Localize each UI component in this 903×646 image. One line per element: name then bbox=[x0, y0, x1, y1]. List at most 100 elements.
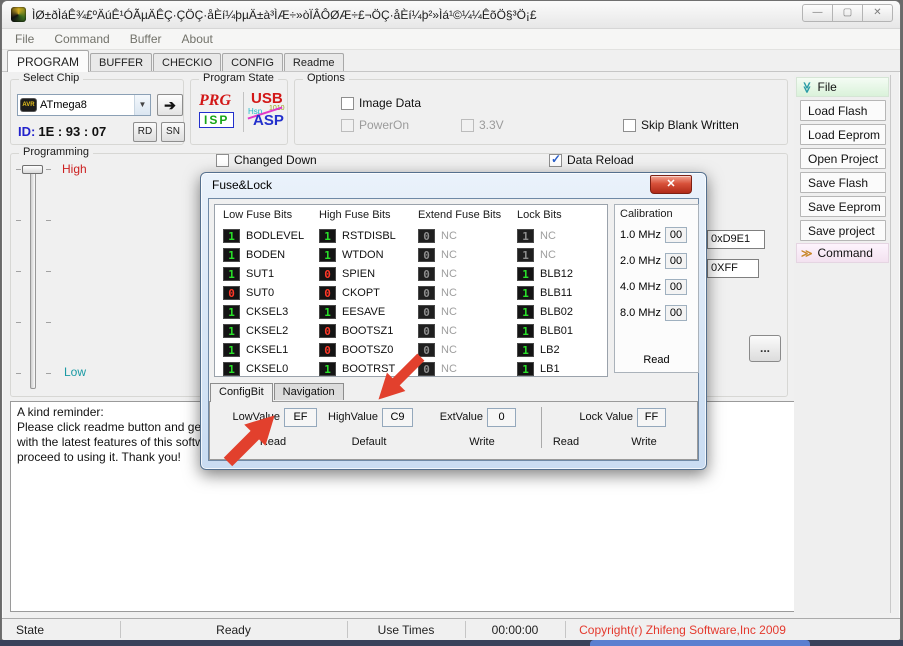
skip-blank-checkbox[interactable] bbox=[623, 119, 636, 132]
calibration-value-field[interactable]: 00 bbox=[665, 253, 687, 269]
main-tab[interactable]: BUFFER bbox=[90, 53, 152, 71]
changed-down-checkbox[interactable] bbox=[216, 154, 229, 167]
progress-slider-handle[interactable] bbox=[22, 165, 43, 174]
dialog-close-button[interactable]: ✕ bbox=[650, 175, 692, 194]
lock-bit-row[interactable]: 1 BLB11 bbox=[517, 283, 605, 302]
data-reload-label[interactable]: Data Reload bbox=[567, 153, 634, 167]
bit-led-icon[interactable]: 1 bbox=[223, 248, 240, 262]
skip-blank-label[interactable]: Skip Blank Written bbox=[641, 118, 739, 132]
extvalue-field[interactable]: 0 bbox=[487, 408, 516, 427]
fuse-bit-row[interactable]: 0 NC bbox=[418, 359, 517, 378]
changed-down-label[interactable]: Changed Down bbox=[234, 153, 317, 167]
poweron-checkbox[interactable] bbox=[341, 119, 354, 132]
open-project-button[interactable]: Open Project bbox=[800, 148, 886, 169]
bit-led-icon[interactable]: 0 bbox=[418, 343, 435, 357]
main-tab[interactable]: CHECKIO bbox=[153, 53, 221, 71]
bit-led-icon[interactable]: 1 bbox=[319, 248, 336, 262]
bit-led-icon[interactable]: 1 bbox=[517, 286, 534, 300]
fuse-bit-row[interactable]: 1 RSTDISBL bbox=[319, 226, 418, 245]
fuse-bit-row[interactable]: 0 CKOPT bbox=[319, 283, 418, 302]
load-eeprom-button[interactable]: Load Eeprom bbox=[800, 124, 886, 145]
fuse-write-button[interactable]: Write bbox=[458, 436, 506, 448]
fuse-bit-row[interactable]: 0 NC bbox=[418, 321, 517, 340]
close-button[interactable]: ✕ bbox=[862, 4, 893, 22]
bit-led-icon[interactable]: 1 bbox=[319, 362, 336, 376]
fuse-bit-row[interactable]: 0 NC bbox=[418, 226, 517, 245]
bit-led-icon[interactable]: 0 bbox=[418, 248, 435, 262]
fuse-bit-row[interactable]: 0 NC bbox=[418, 245, 517, 264]
main-tab[interactable]: CONFIG bbox=[222, 53, 283, 71]
dialog-tab[interactable]: ConfigBit bbox=[210, 383, 273, 402]
main-tab[interactable]: PROGRAM bbox=[7, 50, 89, 72]
menu-item[interactable]: File bbox=[15, 32, 34, 46]
bit-led-icon[interactable]: 1 bbox=[517, 343, 534, 357]
apply-chip-button[interactable]: ➔ bbox=[157, 94, 183, 116]
bit-led-icon[interactable]: 1 bbox=[517, 362, 534, 376]
lock-bit-row[interactable]: 1 LB1 bbox=[517, 359, 605, 378]
fuse-bit-row[interactable]: 0 NC bbox=[418, 264, 517, 283]
fuse-bit-row[interactable]: 1 BODLEVEL bbox=[223, 226, 319, 245]
lockvalue-field[interactable]: FF bbox=[637, 408, 666, 427]
fuse-bit-row[interactable]: 1 CKSEL1 bbox=[223, 340, 319, 359]
fuse-bit-row[interactable]: 1 CKSEL3 bbox=[223, 302, 319, 321]
main-tab[interactable]: Readme bbox=[284, 53, 344, 71]
bit-led-icon[interactable]: 0 bbox=[319, 267, 336, 281]
browse-button[interactable]: ... bbox=[749, 335, 781, 362]
bit-led-icon[interactable]: 1 bbox=[517, 229, 534, 243]
fuse-word-field[interactable]: 0xD9E1 bbox=[707, 230, 765, 249]
minimize-button[interactable]: — bbox=[802, 4, 833, 22]
menu-item[interactable]: About bbox=[182, 32, 213, 46]
bit-led-icon[interactable]: 1 bbox=[223, 229, 240, 243]
chip-combobox[interactable]: AVR ATmega8 ▼ bbox=[17, 94, 151, 116]
v33-checkbox[interactable] bbox=[461, 119, 474, 132]
fuse-default-button[interactable]: Default bbox=[340, 436, 398, 448]
fuse-bit-row[interactable]: 1 EESAVE bbox=[319, 302, 418, 321]
bit-led-icon[interactable]: 1 bbox=[223, 324, 240, 338]
bit-led-icon[interactable]: 1 bbox=[517, 305, 534, 319]
dialog-tab[interactable]: Navigation bbox=[274, 383, 344, 400]
load-flash-button[interactable]: Load Flash bbox=[800, 100, 886, 121]
bit-led-icon[interactable]: 1 bbox=[517, 267, 534, 281]
fuse-bit-row[interactable]: 1 CKSEL0 bbox=[223, 359, 319, 378]
menu-item[interactable]: Buffer bbox=[130, 32, 162, 46]
fuse-bit-row[interactable]: 1 BODEN bbox=[223, 245, 319, 264]
bit-led-icon[interactable]: 1 bbox=[223, 305, 240, 319]
bit-led-icon[interactable]: 0 bbox=[223, 286, 240, 300]
bit-led-icon[interactable]: 0 bbox=[319, 286, 336, 300]
image-data-checkbox[interactable] bbox=[341, 97, 354, 110]
calibration-value-field[interactable]: 00 bbox=[665, 279, 687, 295]
fuse-bit-row[interactable]: 0 BOOTSZ1 bbox=[319, 321, 418, 340]
bit-led-icon[interactable]: 1 bbox=[517, 324, 534, 338]
data-reload-checkbox[interactable] bbox=[549, 154, 562, 167]
maximize-button[interactable]: ▢ bbox=[832, 4, 863, 22]
fuse-bit-row[interactable]: 0 SUT0 bbox=[223, 283, 319, 302]
lowvalue-field[interactable]: EF bbox=[284, 408, 317, 427]
calibration-read-button[interactable]: Read bbox=[620, 354, 693, 369]
save-eeprom-button[interactable]: Save Eeprom bbox=[800, 196, 886, 217]
lock-bit-row[interactable]: 1 NC bbox=[517, 226, 605, 245]
fuse-bit-row[interactable]: 0 SPIEN bbox=[319, 264, 418, 283]
bit-led-icon[interactable]: 1 bbox=[319, 229, 336, 243]
bit-led-icon[interactable]: 0 bbox=[418, 286, 435, 300]
lock-bit-row[interactable]: 1 BLB02 bbox=[517, 302, 605, 321]
read-id-button[interactable]: RD bbox=[133, 122, 157, 142]
bit-led-icon[interactable]: 1 bbox=[223, 267, 240, 281]
calibration-value-field[interactable]: 00 bbox=[665, 227, 687, 243]
bit-led-icon[interactable]: 1 bbox=[223, 343, 240, 357]
bit-led-icon[interactable]: 0 bbox=[319, 324, 336, 338]
bit-led-icon[interactable]: 1 bbox=[319, 305, 336, 319]
lock-write-button[interactable]: Write bbox=[622, 436, 666, 448]
fuse-bit-row[interactable]: 1 SUT1 bbox=[223, 264, 319, 283]
serial-number-button[interactable]: SN bbox=[161, 122, 185, 142]
bit-led-icon[interactable]: 0 bbox=[418, 324, 435, 338]
lock-read-button[interactable]: Read bbox=[544, 436, 588, 448]
lock-bit-row[interactable]: 1 BLB01 bbox=[517, 321, 605, 340]
lock-bit-row[interactable]: 1 BLB12 bbox=[517, 264, 605, 283]
lock-word-field[interactable]: 0XFF bbox=[707, 259, 759, 278]
bit-led-icon[interactable]: 0 bbox=[418, 229, 435, 243]
lock-bit-row[interactable]: 1 LB2 bbox=[517, 340, 605, 359]
bit-led-icon[interactable]: 0 bbox=[418, 267, 435, 281]
calibration-value-field[interactable]: 00 bbox=[665, 305, 687, 321]
lock-bit-row[interactable]: 1 NC bbox=[517, 245, 605, 264]
fuse-bit-row[interactable]: 1 CKSEL2 bbox=[223, 321, 319, 340]
